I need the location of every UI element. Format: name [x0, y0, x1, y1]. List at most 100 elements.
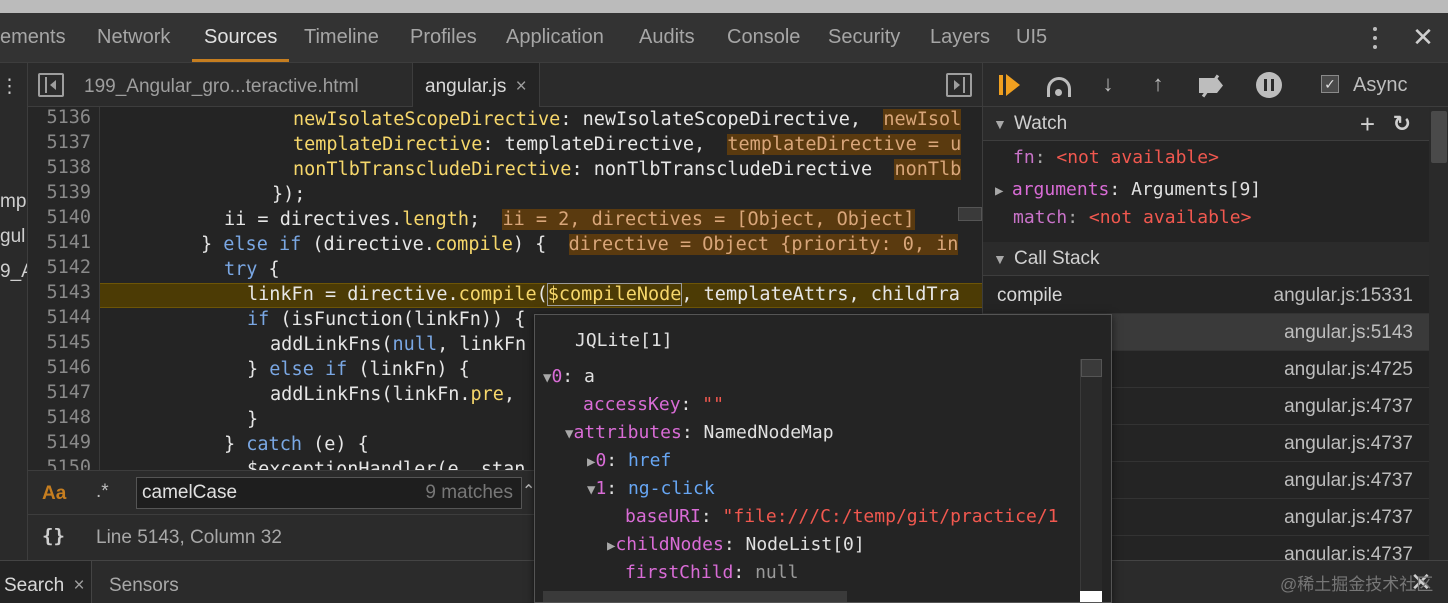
- tab-console[interactable]: Console: [727, 13, 800, 62]
- more-options-icon[interactable]: [1364, 13, 1386, 62]
- line-number[interactable]: 5141: [46, 232, 91, 253]
- tree-node[interactable]: baseURI: "file:///C:/temp/git/practice/1: [625, 503, 1059, 531]
- watch-expression[interactable]: fn: <not available>: [1013, 147, 1219, 168]
- step-over-icon[interactable]: [1045, 71, 1075, 99]
- refresh-icon[interactable]: ↻: [1393, 107, 1411, 141]
- tree-node[interactable]: ▼0: a: [543, 363, 595, 391]
- line-gutter[interactable]: 5136 5137 5138 5139 5140 5141 5142 5143 …: [28, 107, 100, 470]
- navigator-pane: ⋮ mp gul 9_A: [0, 63, 28, 560]
- code-line: try {: [224, 259, 280, 280]
- tree-node[interactable]: ▼1: ng-click: [587, 475, 715, 503]
- resume-icon[interactable]: [997, 73, 1027, 99]
- code-line: if (isFunction(linkFn)) {: [247, 309, 526, 330]
- tab-elements[interactable]: ements: [0, 13, 66, 62]
- line-number[interactable]: 5145: [46, 332, 91, 353]
- deactivate-breakpoints-icon[interactable]: [1195, 73, 1229, 99]
- object-preview-popover[interactable]: JQLite[1] ▼0: a accessKey: "" ▼attribute…: [534, 314, 1112, 603]
- collapse-handle-icon[interactable]: ⋮: [0, 75, 19, 98]
- code-line: ii = directives.length; ii = 2, directiv…: [224, 209, 915, 230]
- scroll-thumb[interactable]: [1431, 111, 1447, 163]
- match-count: 9 matches: [425, 482, 513, 503]
- navigator-item[interactable]: mp: [0, 191, 26, 213]
- close-tab-icon[interactable]: ×: [516, 76, 527, 97]
- line-number[interactable]: 5147: [46, 382, 91, 403]
- code-line: }: [247, 409, 259, 430]
- tab-ui5[interactable]: UI5: [1016, 13, 1047, 62]
- inline-value: nonTlb: [894, 159, 962, 180]
- line-number[interactable]: 5137: [46, 132, 91, 153]
- call-stack-header[interactable]: ▼ Call Stack: [983, 242, 1429, 276]
- code-line: nonTlbTranscludeDirective: nonTlbTranscl…: [293, 159, 962, 180]
- line-number[interactable]: 5136: [46, 107, 91, 128]
- line-number[interactable]: 5142: [46, 257, 91, 278]
- code-line: $exceptionHandler(e, stan: [247, 459, 526, 470]
- line-number[interactable]: 5143: [46, 282, 91, 303]
- line-number[interactable]: 5138: [46, 157, 91, 178]
- search-input[interactable]: camelCase 9 matches: [136, 477, 522, 509]
- match-case-button[interactable]: Aa: [42, 483, 66, 505]
- tab-timeline[interactable]: Timeline: [304, 13, 379, 62]
- step-out-icon[interactable]: ↑: [1148, 71, 1168, 99]
- tree-node[interactable]: firstChild: null: [625, 559, 798, 587]
- popover-hscroll-thumb[interactable]: [543, 591, 847, 602]
- line-number[interactable]: 5144: [46, 307, 91, 328]
- tree-node[interactable]: accessKey: "": [583, 391, 724, 419]
- tab-profiles[interactable]: Profiles: [410, 13, 477, 62]
- popover-scrollbar[interactable]: [1080, 359, 1102, 602]
- tab-layers[interactable]: Layers: [930, 13, 990, 62]
- line-number[interactable]: 5149: [46, 432, 91, 453]
- call-stack-title: Call Stack: [1014, 248, 1100, 269]
- close-tab-icon[interactable]: ×: [73, 575, 84, 596]
- main-tab-bar: ements Network Sources Timeline Profiles…: [0, 13, 1448, 63]
- tree-node[interactable]: ▶0: href: [587, 447, 671, 475]
- line-number[interactable]: 5148: [46, 407, 91, 428]
- editor-status-bar: {} Line 5143, Column 32: [28, 514, 534, 560]
- editor-tab-bar: 199_Angular_gro...teractive.html angular…: [28, 63, 982, 107]
- inline-value: directive = Object {priority: 0, in: [568, 234, 959, 255]
- add-watch-icon[interactable]: +: [1360, 107, 1375, 141]
- line-number[interactable]: 5146: [46, 357, 91, 378]
- debugger-toolbar: ↓ ↑ ✓ Async: [983, 63, 1448, 107]
- window-top-strip: [0, 0, 1448, 13]
- watch-header[interactable]: ▼ Watch + ↻: [983, 107, 1429, 141]
- tab-application[interactable]: Application: [506, 13, 604, 62]
- horizontal-scroll-thumb[interactable]: [958, 207, 982, 221]
- tab-audits[interactable]: Audits: [639, 13, 695, 62]
- inline-value: ii = 2, directives = [Object, Object]: [502, 209, 915, 230]
- scroll-thumb[interactable]: [1081, 359, 1102, 377]
- pause-on-exceptions-icon[interactable]: [1256, 72, 1282, 98]
- search-replace-bar: Aa .* camelCase 9 matches ⌃: [28, 470, 535, 514]
- tab-network[interactable]: Network: [97, 13, 170, 62]
- step-into-icon[interactable]: ↓: [1098, 71, 1118, 99]
- editor-tab-html[interactable]: 199_Angular_gro...teractive.html: [84, 63, 359, 107]
- watermark: @稀土掘金技术社区: [1280, 575, 1434, 594]
- regex-button[interactable]: .*: [96, 481, 109, 503]
- watch-expression[interactable]: ▶ arguments: Arguments[9]: [995, 179, 1261, 200]
- editor-tab-label: angular.js: [425, 76, 507, 97]
- line-number[interactable]: 5139: [46, 182, 91, 203]
- sidebar-scrollbar[interactable]: [1429, 107, 1448, 560]
- line-number[interactable]: 5150: [46, 457, 91, 470]
- line-number[interactable]: 5140: [46, 207, 91, 228]
- collapse-icon: ▼: [993, 116, 1007, 132]
- call-frame[interactable]: compile angular.js:15331: [983, 277, 1429, 314]
- inline-value: newIsol: [883, 109, 962, 130]
- code-line: templateDirective: templateDirective, te…: [293, 134, 962, 155]
- async-checkbox[interactable]: ✓: [1321, 75, 1339, 93]
- navigator-item[interactable]: 9_A: [0, 261, 27, 283]
- pretty-print-button[interactable]: {}: [42, 525, 65, 547]
- drawer-tab-search[interactable]: Search ×: [0, 561, 92, 603]
- tab-sources[interactable]: Sources: [192, 13, 290, 62]
- code-line: addLinkFns(null, linkFn: [270, 334, 527, 355]
- drawer-tab-sensors[interactable]: Sensors: [109, 561, 179, 603]
- watch-expression[interactable]: match: <not available>: [1013, 207, 1251, 228]
- toggle-debugger-icon[interactable]: [946, 73, 972, 97]
- toggle-navigator-icon[interactable]: [38, 73, 64, 97]
- navigator-item[interactable]: gul: [0, 226, 25, 248]
- tree-node[interactable]: ▶childNodes: NodeList[0]: [607, 531, 865, 559]
- tree-node[interactable]: ▼attributes: NamedNodeMap: [565, 419, 834, 447]
- editor-tab-angular[interactable]: angular.js ×: [412, 63, 540, 107]
- tab-security[interactable]: Security: [828, 13, 900, 62]
- search-query: camelCase: [142, 482, 238, 503]
- close-devtools-icon[interactable]: ✕: [1410, 22, 1436, 52]
